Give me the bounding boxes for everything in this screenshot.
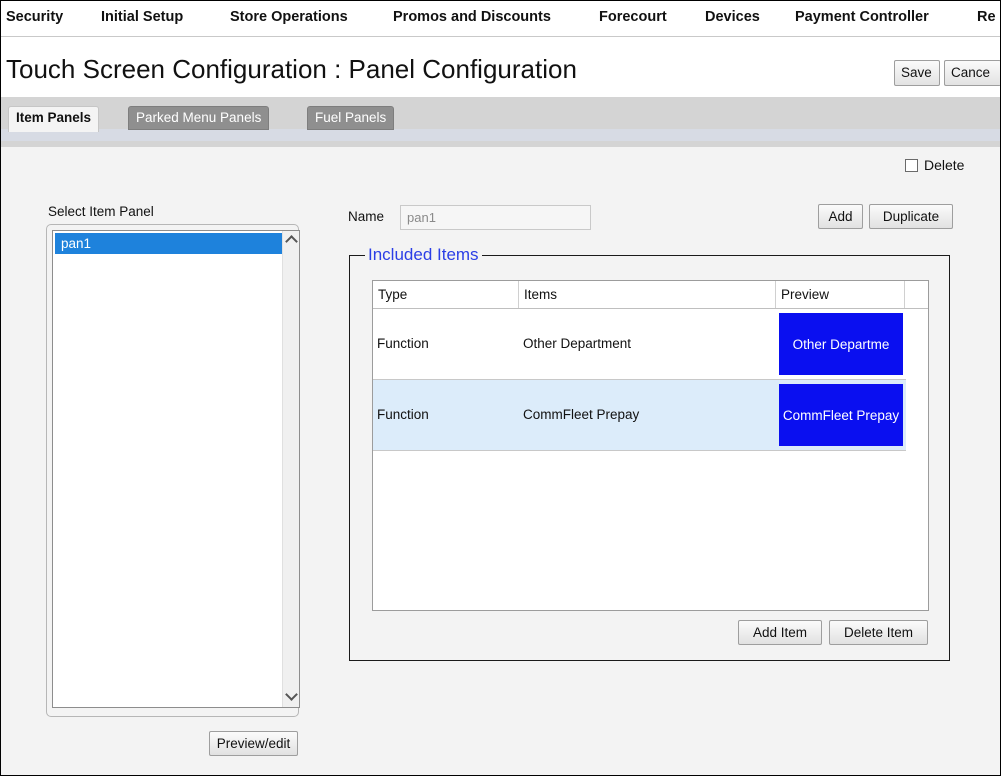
menu-payment-controller[interactable]: Payment Controller <box>795 9 929 25</box>
delete-checkbox[interactable] <box>905 159 918 172</box>
menu-promos-and-discounts[interactable]: Promos and Discounts <box>393 9 551 25</box>
add-item-button[interactable]: Add Item <box>738 620 822 645</box>
top-menu-bar: Security Initial Setup Store Operations … <box>0 0 1001 37</box>
delete-label: Delete <box>924 157 965 173</box>
preview-edit-button[interactable]: Preview/edit <box>209 731 298 756</box>
chevron-down-icon[interactable] <box>285 688 298 701</box>
table-row[interactable]: Function Other Department Other Departme <box>373 309 906 380</box>
preview-button[interactable]: Other Departme <box>779 313 903 375</box>
delete-item-button[interactable]: Delete Item <box>829 620 928 645</box>
tab-fuel-panels[interactable]: Fuel Panels <box>307 106 395 130</box>
included-items-legend: Included Items <box>365 245 482 265</box>
cell-type: Function <box>377 336 429 351</box>
included-items-table: Type Items Preview Function Other Depart… <box>372 280 929 611</box>
item-panel-list[interactable]: pan1 <box>52 230 300 708</box>
save-button[interactable]: Save <box>894 60 940 86</box>
list-item[interactable]: pan1 <box>55 233 283 254</box>
menu-forecourt[interactable]: Forecourt <box>599 9 667 25</box>
duplicate-button[interactable]: Duplicate <box>869 204 953 229</box>
cell-item: Other Department <box>523 336 632 351</box>
column-header-preview[interactable]: Preview <box>776 281 905 308</box>
name-label: Name <box>348 209 385 224</box>
list-scrollbar[interactable] <box>282 231 299 707</box>
menu-reports[interactable]: Re <box>977 9 996 25</box>
page-title: Touch Screen Configuration : Panel Confi… <box>6 54 577 84</box>
tab-parked-menu-panels[interactable]: Parked Menu Panels <box>128 106 270 130</box>
menu-store-operations[interactable]: Store Operations <box>230 9 348 25</box>
menu-initial-setup[interactable]: Initial Setup <box>101 9 183 25</box>
column-header-type[interactable]: Type <box>373 281 519 308</box>
name-field[interactable] <box>400 205 591 230</box>
preview-button[interactable]: CommFleet Prepay <box>779 384 903 446</box>
tab-strip-underline <box>0 129 1001 141</box>
cell-type: Function <box>377 407 429 422</box>
add-button[interactable]: Add <box>818 204 863 229</box>
table-row[interactable]: Function CommFleet Prepay CommFleet Prep… <box>373 380 906 451</box>
select-item-panel-heading: Select Item Panel <box>48 204 154 219</box>
menu-devices[interactable]: Devices <box>705 9 760 25</box>
cell-item: CommFleet Prepay <box>523 407 640 422</box>
tab-item-panels[interactable]: Item Panels <box>8 106 100 132</box>
menu-security[interactable]: Security <box>6 9 63 25</box>
table-header: Type Items Preview <box>373 281 928 309</box>
tab-strip: Item Panels Parked Menu Panels Fuel Pane… <box>0 97 1001 147</box>
cancel-button[interactable]: Cance <box>944 60 1001 86</box>
column-header-items[interactable]: Items <box>519 281 776 308</box>
chevron-up-icon[interactable] <box>285 235 298 248</box>
